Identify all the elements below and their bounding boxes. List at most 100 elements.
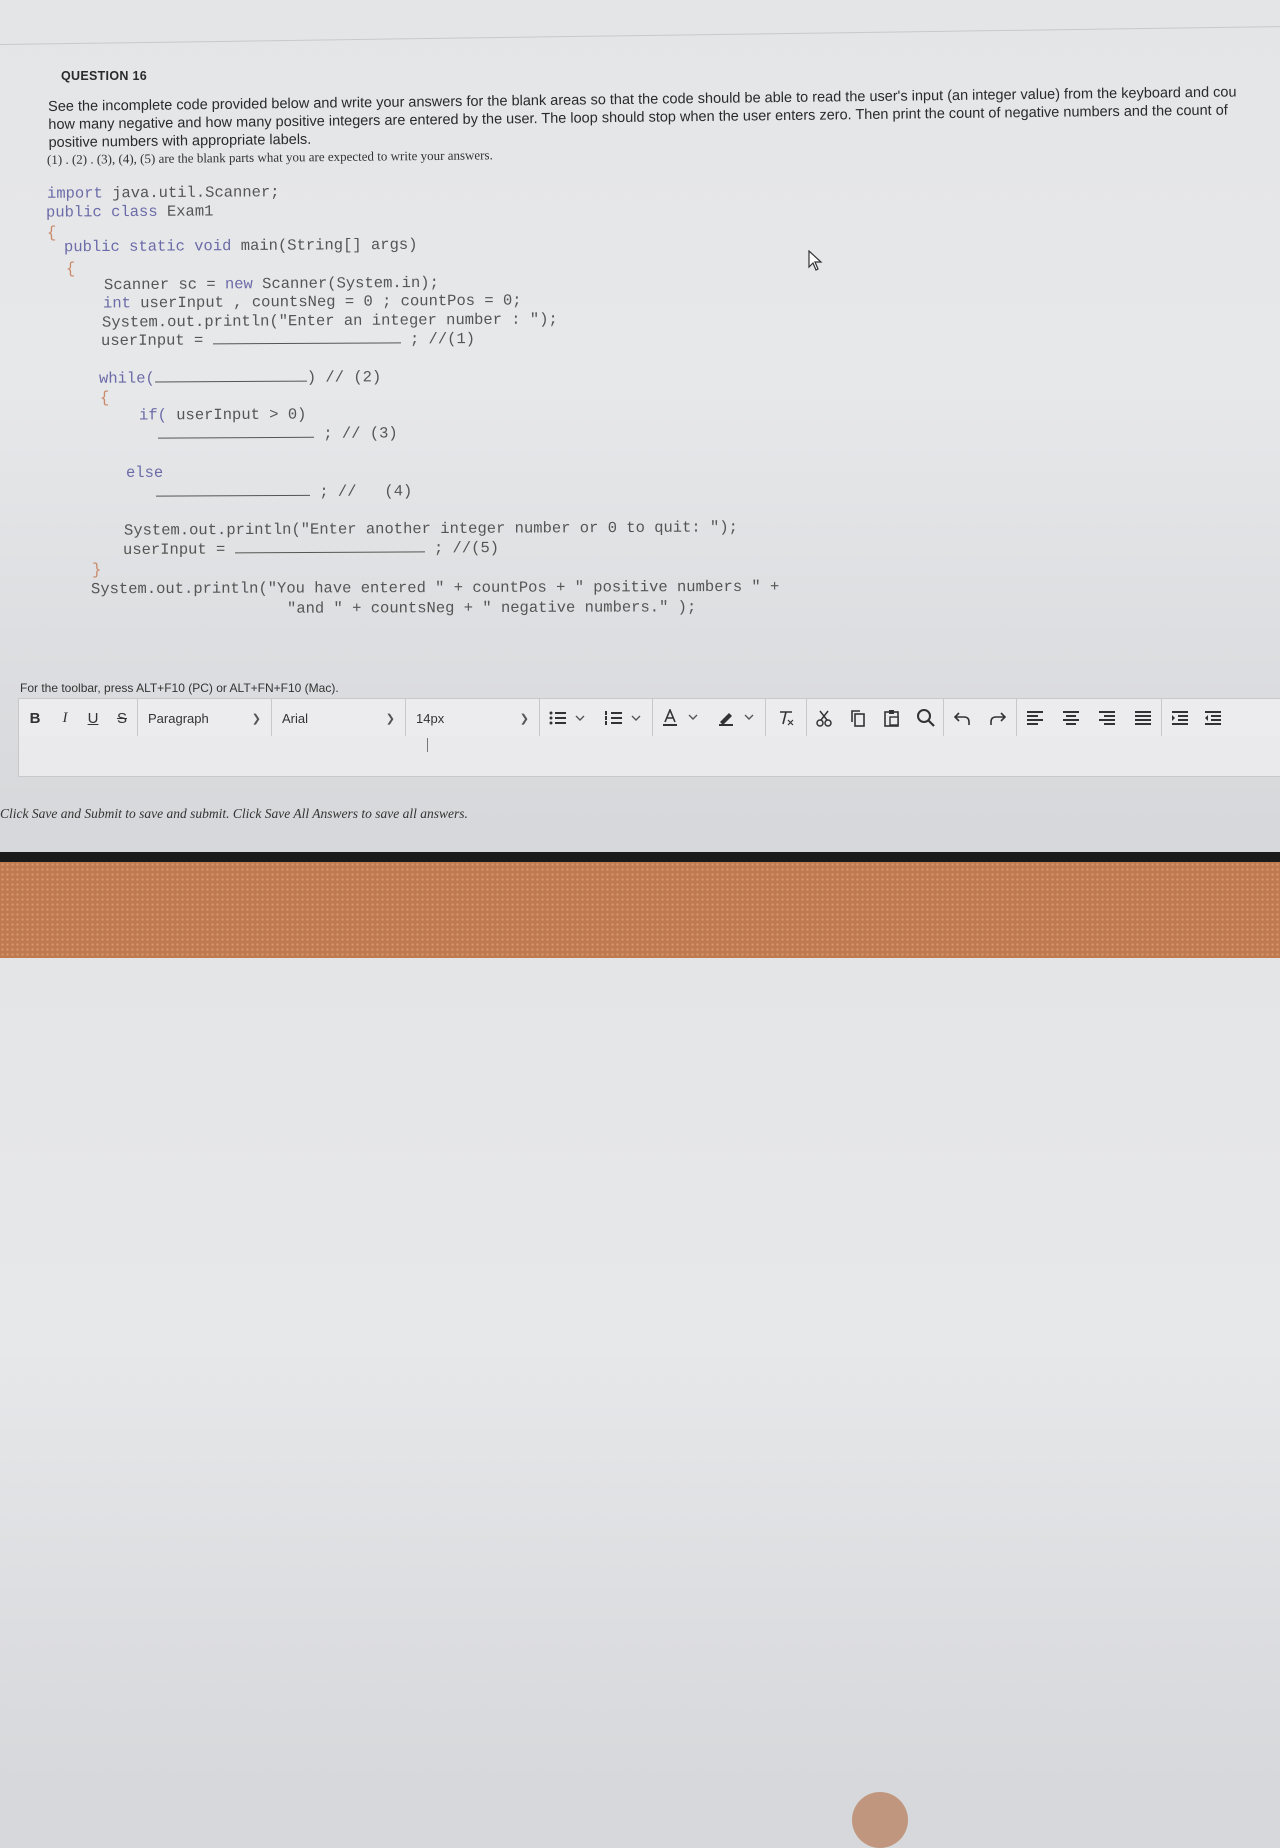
bullet-list-button[interactable] xyxy=(540,700,596,736)
paste-button[interactable] xyxy=(875,700,909,736)
code-print-line-1: System.out.println("Enter an integer num… xyxy=(101,310,558,332)
code-text: userInput , countsNeg = 0 ; countPos = 0… xyxy=(130,291,522,313)
mouse-pointer-icon xyxy=(808,250,823,271)
blank-3 xyxy=(157,424,315,439)
redo-button[interactable] xyxy=(980,700,1016,736)
underline-button[interactable]: U xyxy=(79,700,107,736)
screen-bezel xyxy=(0,852,1280,862)
chevron-down-icon: ❯ xyxy=(251,712,261,725)
cut-button[interactable] xyxy=(807,700,841,736)
font-family-select[interactable]: Arial ❯ xyxy=(272,700,405,736)
chevron-down-icon: ❯ xyxy=(519,712,529,725)
code-text: java.util.Scanner; xyxy=(102,183,280,203)
code-keyword: public static void xyxy=(63,237,232,257)
code-keyword: public class xyxy=(45,202,158,222)
align-center-icon xyxy=(1063,711,1079,725)
code-text: userInput = xyxy=(122,540,235,559)
align-left-icon xyxy=(1027,711,1043,725)
code-text: Scanner sc = xyxy=(103,275,225,295)
scissors-icon xyxy=(816,710,832,727)
clear-formatting-icon xyxy=(780,711,794,726)
bold-button[interactable]: B xyxy=(19,700,51,736)
select-value: Paragraph xyxy=(148,710,209,726)
code-text: userInput = xyxy=(100,331,213,350)
code-keyword: int xyxy=(102,294,131,313)
code-import-line: import java.util.Scanner; xyxy=(47,183,280,203)
justify-button[interactable] xyxy=(1125,700,1161,736)
blank-parts-note: (1) . (2) . (3), (4), (5) are the blank … xyxy=(46,147,493,167)
code-text: Scanner(System.in); xyxy=(252,273,439,294)
align-left-button[interactable] xyxy=(1017,700,1053,736)
undo-icon xyxy=(953,712,970,725)
code-print-line-2: System.out.println("Enter another intege… xyxy=(123,518,738,540)
code-text: ; // (3) xyxy=(313,424,398,443)
question-intro: See the incomplete code provided below a… xyxy=(48,83,1279,152)
code-text: ; //(5) xyxy=(424,539,500,558)
strikethrough-button[interactable]: S xyxy=(107,700,137,736)
paragraph-format-select[interactable]: Paragraph ❯ xyxy=(138,700,271,736)
numbered-list-icon xyxy=(605,711,641,725)
code-text: ; // (4) xyxy=(309,482,413,501)
code-print-line-3a: System.out.println("You have entered " +… xyxy=(90,577,780,599)
laptop-logo-icon xyxy=(852,1792,908,1848)
editor-toolbar: B I U S Paragraph ❯ Arial ❯ 14px ❯ xyxy=(18,698,1280,738)
code-input-line-2: userInput = ; //(5) xyxy=(123,539,499,559)
answer-editor-area[interactable] xyxy=(18,736,1280,777)
undo-button[interactable] xyxy=(944,700,980,736)
code-text: ; //(1) xyxy=(400,330,476,349)
code-text: main(String[] args) xyxy=(231,235,418,256)
code-brace: { xyxy=(47,224,57,242)
code-int-line: int userInput , countsNeg = 0 ; countPos… xyxy=(103,292,522,313)
code-keyword: import xyxy=(46,184,103,203)
paste-icon xyxy=(884,710,899,727)
blank-5 xyxy=(234,539,425,554)
code-keyword: new xyxy=(224,275,253,294)
code-if-line: if( userInput > 0) xyxy=(139,406,307,425)
highlight-color-button[interactable] xyxy=(709,700,765,736)
laptop-body xyxy=(0,862,1280,1848)
code-print-line-3b: "and " + countsNeg + " negative numbers.… xyxy=(286,598,697,618)
code-keyword: if( xyxy=(138,406,167,425)
select-value: Arial xyxy=(282,710,309,726)
find-button[interactable] xyxy=(909,700,943,736)
code-text: ) // (2) xyxy=(306,368,382,387)
text-color-button[interactable] xyxy=(653,700,709,736)
code-main-line: public static void main(String[] args) xyxy=(64,236,418,256)
code-input-line-1: userInput = ; //(1) xyxy=(101,330,475,350)
code-text: Exam1 xyxy=(157,202,214,221)
indent-button[interactable] xyxy=(1162,700,1198,736)
font-size-select[interactable]: 14px ❯ xyxy=(406,700,539,736)
code-scanner-line: Scanner sc = new Scanner(System.in); xyxy=(104,274,439,294)
bullet-list-icon xyxy=(549,711,585,725)
align-center-button[interactable] xyxy=(1053,700,1089,736)
copy-icon xyxy=(851,710,865,727)
code-brace: { xyxy=(66,260,76,278)
redo-icon xyxy=(990,712,1007,725)
copy-button[interactable] xyxy=(841,700,875,736)
indent-icon xyxy=(1172,711,1188,725)
search-icon xyxy=(917,709,935,727)
clear-formatting-button[interactable] xyxy=(766,700,806,736)
outdent-icon xyxy=(1205,711,1221,725)
text-caret xyxy=(427,738,428,752)
code-keyword: while( xyxy=(98,369,155,388)
save-instructions: Click Save and Submit to save and submit… xyxy=(0,806,468,821)
code-while-line: while( ) // (2) xyxy=(99,368,381,387)
outdent-button[interactable] xyxy=(1198,700,1228,736)
align-right-button[interactable] xyxy=(1089,700,1125,736)
code-text: userInput > 0) xyxy=(166,405,307,425)
text-color-icon xyxy=(663,709,698,726)
question-title: QUESTION 16 xyxy=(61,69,147,83)
align-right-icon xyxy=(1099,711,1115,725)
chevron-down-icon: ❯ xyxy=(385,712,395,725)
code-else: else xyxy=(126,464,164,482)
blank-1 xyxy=(212,330,401,345)
code-blank4-line: ; // (4) xyxy=(155,482,413,501)
code-class-line: public class Exam1 xyxy=(46,202,214,221)
code-blank3-line: ; // (3) xyxy=(157,424,398,443)
italic-button[interactable]: I xyxy=(51,700,79,736)
blank-4 xyxy=(155,482,311,497)
numbered-list-button[interactable] xyxy=(596,700,652,736)
code-brace: } xyxy=(92,561,102,579)
highlighter-icon xyxy=(719,713,754,726)
